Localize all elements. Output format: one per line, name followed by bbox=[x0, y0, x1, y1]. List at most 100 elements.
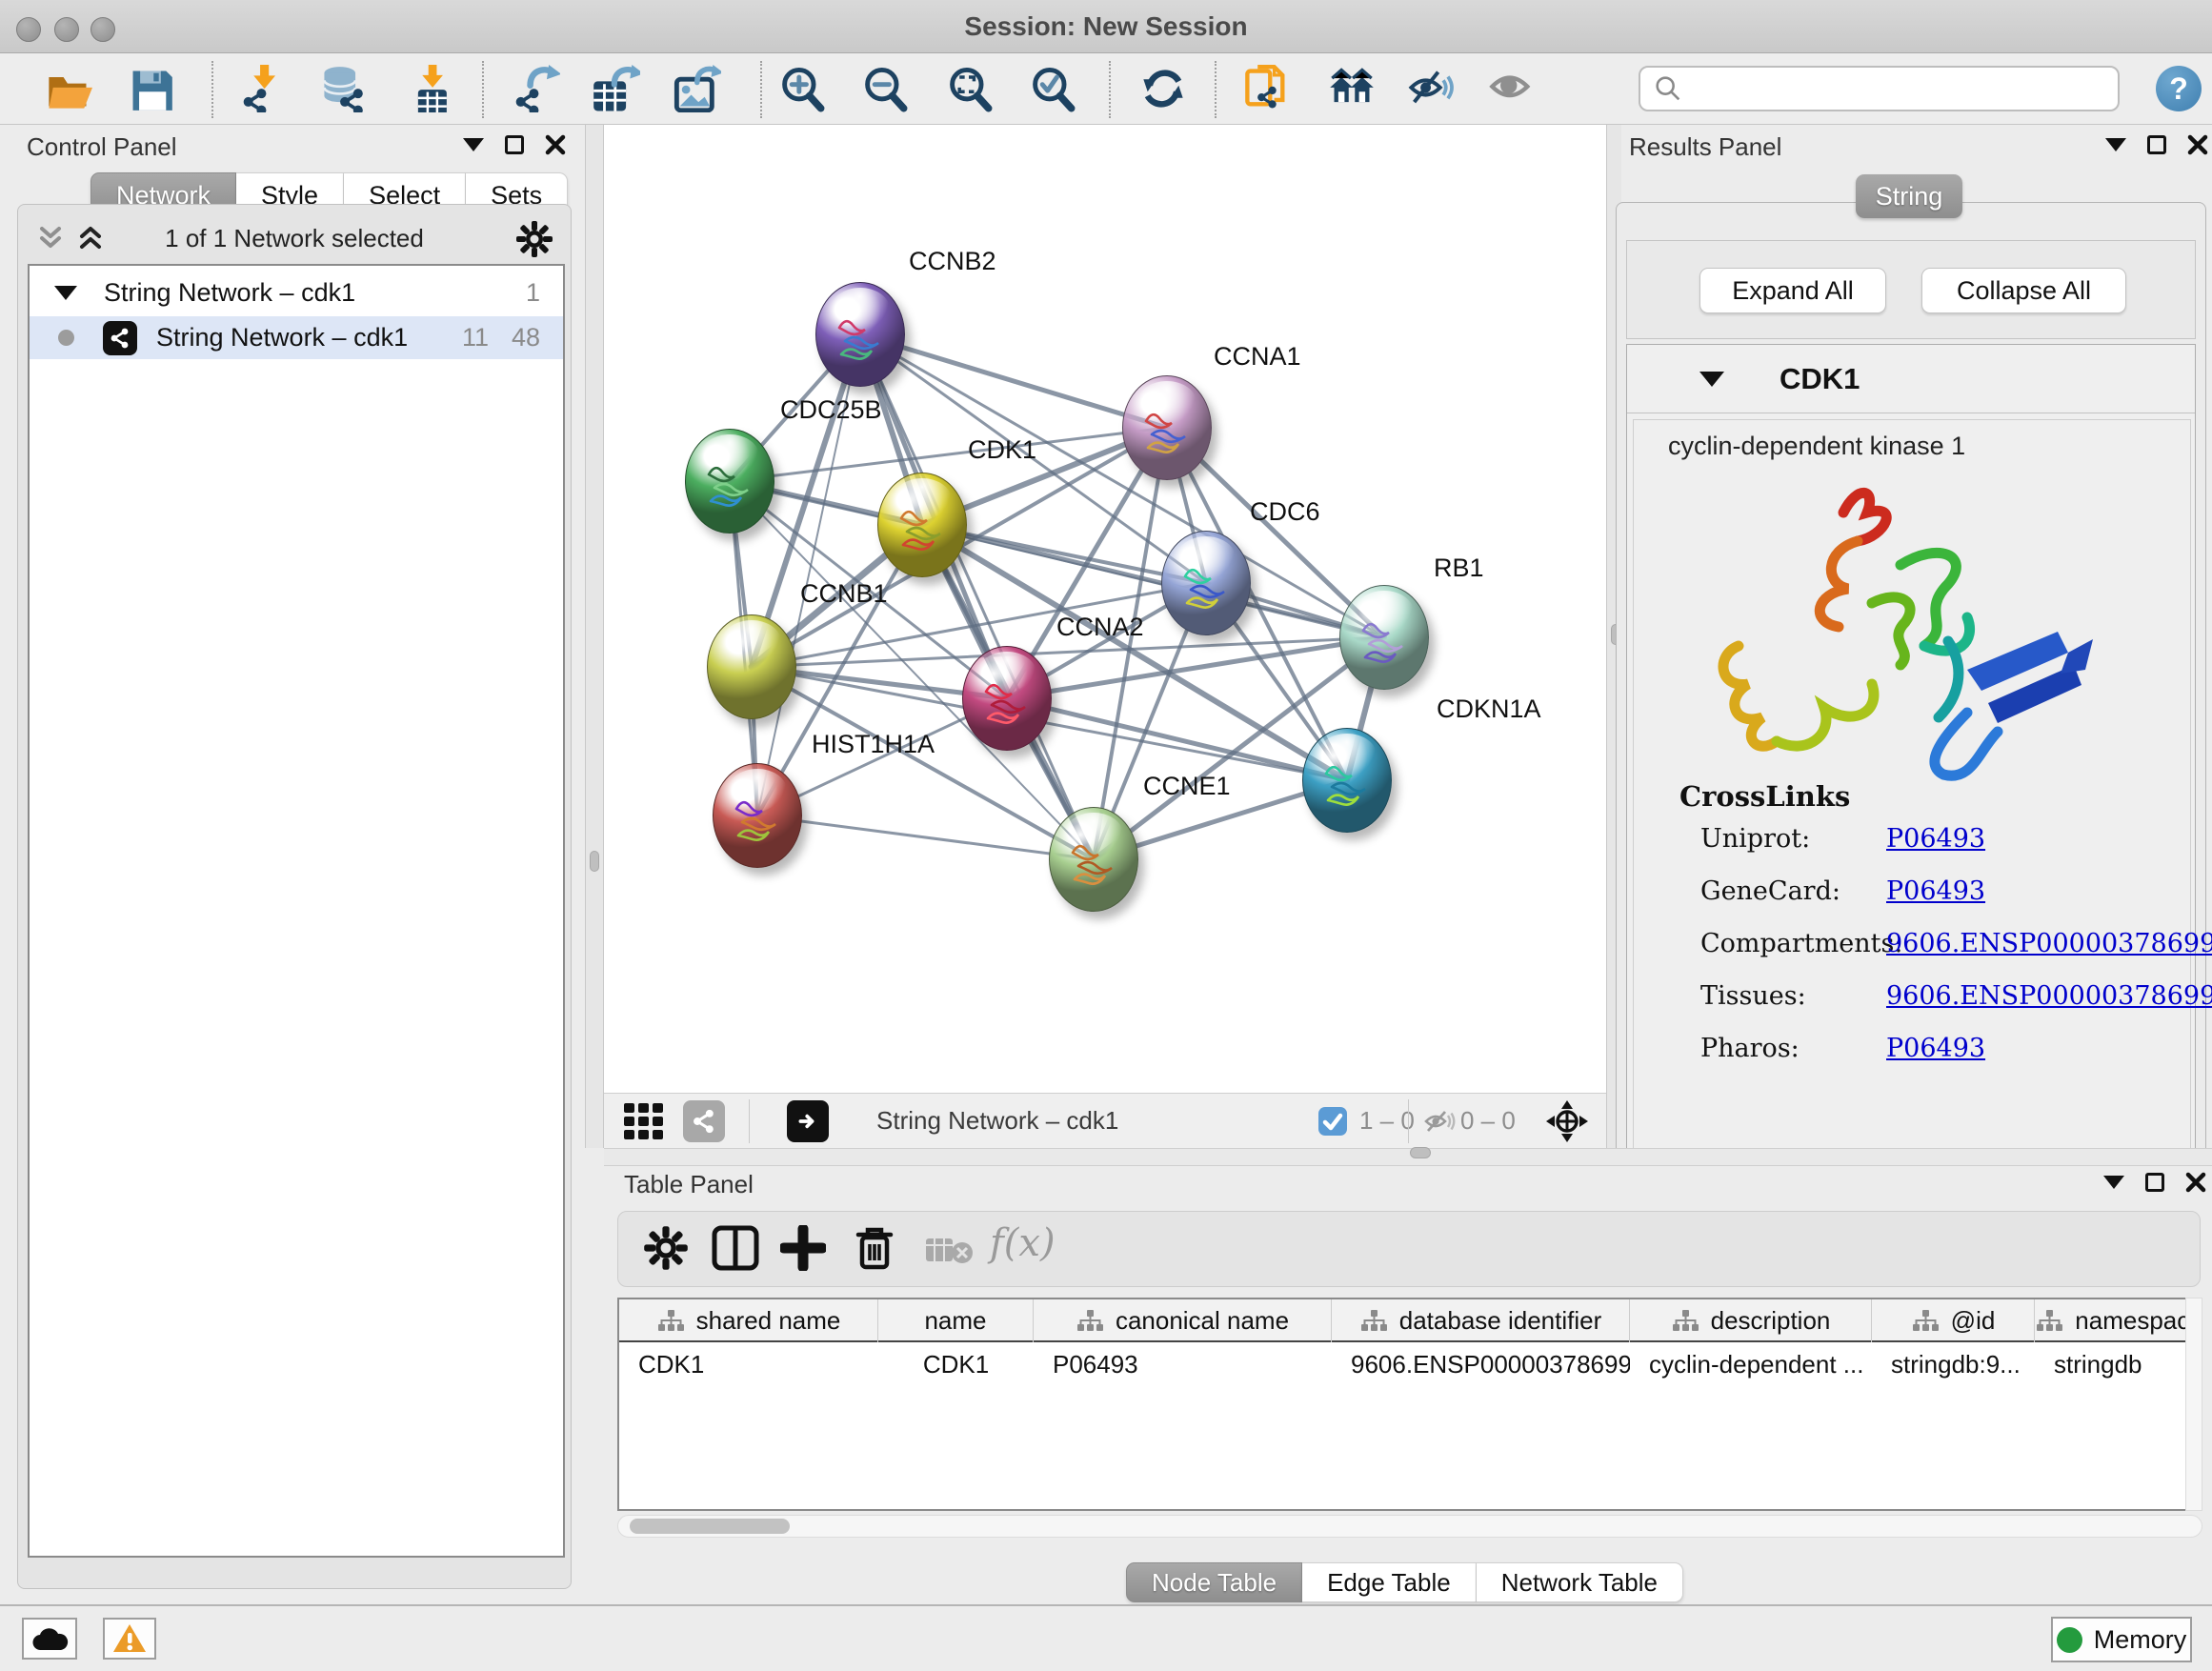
column-header-shared-name[interactable]: shared name bbox=[619, 1299, 878, 1342]
view-share-icon[interactable] bbox=[683, 1100, 725, 1142]
table-horizontal-scrollbar[interactable] bbox=[617, 1515, 2202, 1538]
network-edge[interactable] bbox=[860, 334, 1167, 428]
zoom-in-icon[interactable] bbox=[776, 65, 830, 114]
results-float-icon[interactable] bbox=[2147, 135, 2166, 154]
node-table[interactable]: shared namenamecanonical namedatabase id… bbox=[617, 1298, 2202, 1511]
table-tabs: Node TableEdge TableNetwork Table bbox=[1126, 1562, 1683, 1602]
table-cell[interactable]: cyclin-dependent ... bbox=[1630, 1344, 1872, 1384]
table-float-icon[interactable] bbox=[2145, 1173, 2164, 1192]
table-splitter[interactable] bbox=[604, 1148, 2212, 1166]
export-network-icon[interactable] bbox=[511, 65, 564, 114]
table-cell[interactable]: stringdb:9... bbox=[1872, 1344, 2035, 1384]
column-header-name[interactable]: name bbox=[878, 1299, 1034, 1342]
zoom-selected-icon[interactable] bbox=[1027, 65, 1080, 114]
panel-collapse-icon[interactable] bbox=[463, 138, 484, 151]
table-cell[interactable]: P06493 bbox=[1034, 1344, 1332, 1384]
table-panel-title: Table Panel bbox=[624, 1170, 754, 1199]
zoom-fit-icon[interactable] bbox=[944, 65, 997, 114]
birdseye-view-icon[interactable] bbox=[787, 1100, 829, 1142]
crosslink-link[interactable]: 9606.ENSP00000378699 bbox=[1886, 981, 2212, 1011]
table-vertical-scrollbar[interactable] bbox=[2185, 1298, 2202, 1511]
fit-content-crosshair-icon[interactable] bbox=[1545, 1099, 1589, 1148]
gene-collapse-icon[interactable] bbox=[1699, 372, 1724, 387]
network-node-hist1h1a[interactable] bbox=[713, 763, 802, 868]
tab-node-table[interactable]: Node Table bbox=[1126, 1562, 1302, 1602]
tab-network-table[interactable]: Network Table bbox=[1477, 1562, 1683, 1602]
column-header-description[interactable]: description bbox=[1630, 1299, 1872, 1342]
network-node-cdk1[interactable] bbox=[877, 473, 967, 577]
add-column-icon[interactable] bbox=[780, 1225, 826, 1276]
cloud-status-button[interactable] bbox=[22, 1618, 77, 1660]
network-node-ccnb2[interactable] bbox=[815, 282, 905, 387]
gene-section-header[interactable]: CDK1 bbox=[1627, 345, 2195, 413]
collapse-all-button[interactable]: Collapse All bbox=[1921, 268, 2126, 313]
warnings-button[interactable] bbox=[103, 1618, 156, 1660]
network-node-ccna1[interactable] bbox=[1122, 375, 1212, 480]
show-all-icon[interactable] bbox=[1487, 65, 1540, 114]
network-collection-row[interactable]: String Network – cdk1 1 bbox=[30, 272, 563, 314]
tab-string[interactable]: String bbox=[1856, 174, 1962, 218]
memory-status-dot bbox=[2057, 1627, 2082, 1653]
network-row[interactable]: String Network – cdk1 11 48 bbox=[30, 316, 563, 359]
main-toolbar bbox=[0, 53, 2212, 125]
network-node-cdc6[interactable] bbox=[1161, 531, 1251, 635]
network-node-ccne1[interactable] bbox=[1049, 807, 1138, 912]
table-cell[interactable]: stringdb bbox=[2035, 1344, 2202, 1384]
export-table-icon[interactable] bbox=[591, 65, 644, 114]
first-neighbors-icon[interactable] bbox=[1327, 65, 1380, 114]
search-text-field[interactable] bbox=[1692, 75, 2118, 103]
refresh-layout-icon[interactable] bbox=[1138, 65, 1192, 114]
panel-close-icon[interactable] bbox=[545, 134, 566, 155]
selected-checkbox-icon[interactable] bbox=[1317, 1106, 1348, 1141]
import-table-icon[interactable] bbox=[407, 65, 460, 114]
network-canvas[interactable]: CCNB2 CCNA1 CDC25B CDK1 CDC6 RB1 CCNB1 C… bbox=[604, 125, 1606, 1093]
column-header--id[interactable]: @id bbox=[1872, 1299, 2035, 1342]
save-session-icon[interactable] bbox=[126, 65, 179, 114]
select-columns-icon[interactable] bbox=[712, 1225, 759, 1276]
tab-edge-table[interactable]: Edge Table bbox=[1302, 1562, 1477, 1602]
search-input[interactable] bbox=[1639, 66, 2120, 111]
network-node-cdkn1a[interactable] bbox=[1302, 728, 1392, 833]
expand-all-button[interactable]: Expand All bbox=[1699, 268, 1886, 313]
network-node-ccna2[interactable] bbox=[962, 646, 1052, 751]
column-header-database-identifier[interactable]: database identifier bbox=[1332, 1299, 1630, 1342]
results-close-icon[interactable] bbox=[2187, 134, 2208, 155]
crosslink-link[interactable]: P06493 bbox=[1886, 876, 1985, 906]
hide-selected-icon[interactable] bbox=[1406, 65, 1459, 114]
network-node-cdc25b[interactable] bbox=[685, 429, 774, 534]
table-cell[interactable]: CDK1 bbox=[878, 1344, 1034, 1384]
control-panel: Control Panel NetworkStyleSelectSets 1 o… bbox=[0, 125, 585, 1604]
table-close-icon[interactable] bbox=[2185, 1172, 2206, 1193]
import-network-icon[interactable] bbox=[238, 65, 292, 114]
column-header-namespace[interactable]: namespace bbox=[2035, 1299, 2202, 1342]
network-node-ccnb1[interactable] bbox=[707, 614, 796, 719]
table-settings-gear-icon[interactable] bbox=[643, 1225, 689, 1276]
tree-expand-icon[interactable] bbox=[54, 286, 77, 300]
table-cell[interactable]: 9606.ENSP00000378699 bbox=[1332, 1344, 1630, 1384]
results-collapse-icon[interactable] bbox=[2105, 138, 2126, 151]
column-header-canonical-name[interactable]: canonical name bbox=[1034, 1299, 1332, 1342]
open-session-icon[interactable] bbox=[44, 65, 97, 114]
export-image-icon[interactable] bbox=[672, 65, 725, 114]
scrollbar-thumb[interactable] bbox=[630, 1519, 790, 1534]
network-node-rb1[interactable] bbox=[1339, 585, 1429, 690]
protein-thumbnail bbox=[1356, 612, 1415, 669]
gear-icon[interactable] bbox=[515, 220, 553, 258]
zoom-out-icon[interactable] bbox=[859, 65, 913, 114]
crosslink-link[interactable]: P06493 bbox=[1886, 1034, 1985, 1063]
network-edge[interactable] bbox=[860, 334, 1094, 859]
clone-network-icon[interactable] bbox=[1242, 65, 1296, 114]
help-button[interactable]: ? bbox=[2156, 66, 2202, 111]
table-collapse-icon[interactable] bbox=[2103, 1176, 2124, 1189]
crosslinks-title: CrossLinks bbox=[1679, 780, 1850, 813]
network-edge[interactable] bbox=[757, 815, 1094, 859]
crosslink-link[interactable]: 9606.ENSP00000378699 bbox=[1886, 929, 2212, 958]
import-database-icon[interactable] bbox=[318, 65, 372, 114]
grid-view-icon[interactable] bbox=[622, 1100, 666, 1147]
memory-button[interactable]: Memory bbox=[2051, 1617, 2192, 1662]
delete-column-icon[interactable] bbox=[855, 1225, 895, 1276]
left-splitter[interactable] bbox=[585, 125, 604, 1148]
crosslink-link[interactable]: P06493 bbox=[1886, 824, 1985, 854]
table-cell[interactable]: CDK1 bbox=[619, 1344, 878, 1384]
panel-float-icon[interactable] bbox=[505, 135, 524, 154]
